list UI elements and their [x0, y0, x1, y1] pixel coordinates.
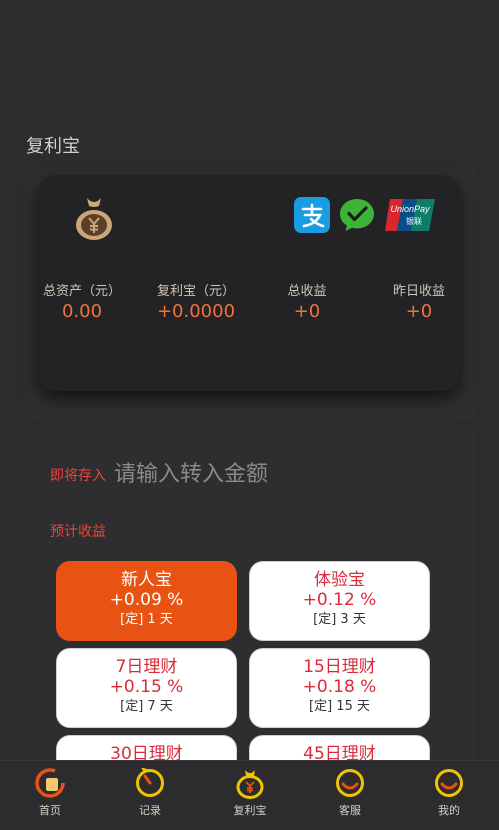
moneybag-icon — [76, 198, 112, 240]
amount-input[interactable] — [114, 457, 414, 491]
tab-bar: 首页 记录 复利宝 客服 我的 — [0, 760, 499, 830]
tab-label: 复利宝 — [233, 804, 267, 817]
stat-label: 总资产（元） — [42, 284, 121, 299]
records-icon — [136, 767, 164, 797]
stat-value: +0.0000 — [156, 301, 236, 322]
stat-label: 昨日收益 — [392, 284, 445, 299]
stat-value: +0 — [405, 301, 433, 322]
product-term: [定] 3 天 — [313, 612, 366, 627]
tab-label: 首页 — [39, 804, 61, 817]
product-name: 30日理财 — [110, 744, 183, 760]
deposit-label: 即将存入 — [50, 468, 106, 484]
tab-records[interactable]: 记录 — [110, 767, 190, 818]
stat-value: +0 — [293, 301, 321, 322]
product-grid: 新人宝 +0.09 % [定] 1 天 体验宝 +0.12 % [定] 3 天 … — [0, 555, 499, 760]
stat-value: 0.00 — [61, 301, 103, 322]
product-card-30day[interactable]: 30日理财 — [56, 735, 237, 760]
product-term: [定] 15 天 — [309, 699, 370, 714]
stat-yesterday-earnings: 昨日收益 +0 — [369, 280, 469, 322]
stat-total-earnings: 总收益 +0 — [257, 280, 357, 322]
svg-text:银联: 银联 — [406, 216, 422, 226]
product-name: 新人宝 — [121, 570, 172, 590]
fund-icon — [236, 770, 264, 799]
tab-label: 记录 — [139, 804, 161, 817]
product-card-newbie[interactable]: 新人宝 +0.09 % [定] 1 天 — [56, 561, 237, 641]
page-title: 复利宝 — [26, 136, 80, 157]
product-name: 体验宝 — [314, 570, 365, 590]
product-name: 7日理财 — [115, 657, 178, 677]
support-icon — [336, 769, 364, 797]
tab-home[interactable]: 首页 — [10, 767, 90, 818]
tab-profile[interactable]: 我的 — [409, 767, 489, 818]
svg-text:UnionPay: UnionPay — [390, 204, 430, 214]
product-card-45day[interactable]: 45日理财 — [249, 735, 430, 760]
product-term: [定] 1 天 — [120, 612, 173, 627]
product-term: [定] 7 天 — [120, 699, 173, 714]
wechat-pay-icon[interactable] — [339, 197, 375, 233]
product-rate: +0.09 % — [109, 590, 184, 610]
product-card-trial[interactable]: 体验宝 +0.12 % [定] 3 天 — [249, 561, 430, 641]
home-icon — [35, 768, 65, 798]
tab-label: 我的 — [438, 804, 460, 817]
stat-label: 复利宝（元） — [156, 284, 235, 299]
tab-fund[interactable]: 复利宝 — [210, 767, 290, 818]
product-rate: +0.18 % — [302, 677, 377, 697]
stat-total-assets: 总资产（元） 0.00 — [32, 280, 132, 322]
product-card-7day[interactable]: 7日理财 +0.15 % [定] 7 天 — [56, 648, 237, 728]
stat-fund-balance: 复利宝（元） +0.0000 — [141, 280, 251, 322]
alipay-icon[interactable] — [294, 197, 330, 233]
tab-label: 客服 — [339, 804, 361, 817]
unionpay-icon[interactable]: UnionPay 银联 — [384, 197, 436, 233]
tab-support[interactable]: 客服 — [310, 767, 390, 818]
product-rate: +0.12 % — [302, 590, 377, 610]
product-rate: +0.15 % — [109, 677, 184, 697]
earnings-label: 预计收益 — [50, 524, 106, 540]
stat-label: 总收益 — [287, 284, 327, 299]
product-name: 15日理财 — [303, 657, 376, 677]
product-name: 45日理财 — [303, 744, 376, 760]
profile-icon — [435, 769, 463, 797]
product-card-15day[interactable]: 15日理财 +0.18 % [定] 15 天 — [249, 648, 430, 728]
